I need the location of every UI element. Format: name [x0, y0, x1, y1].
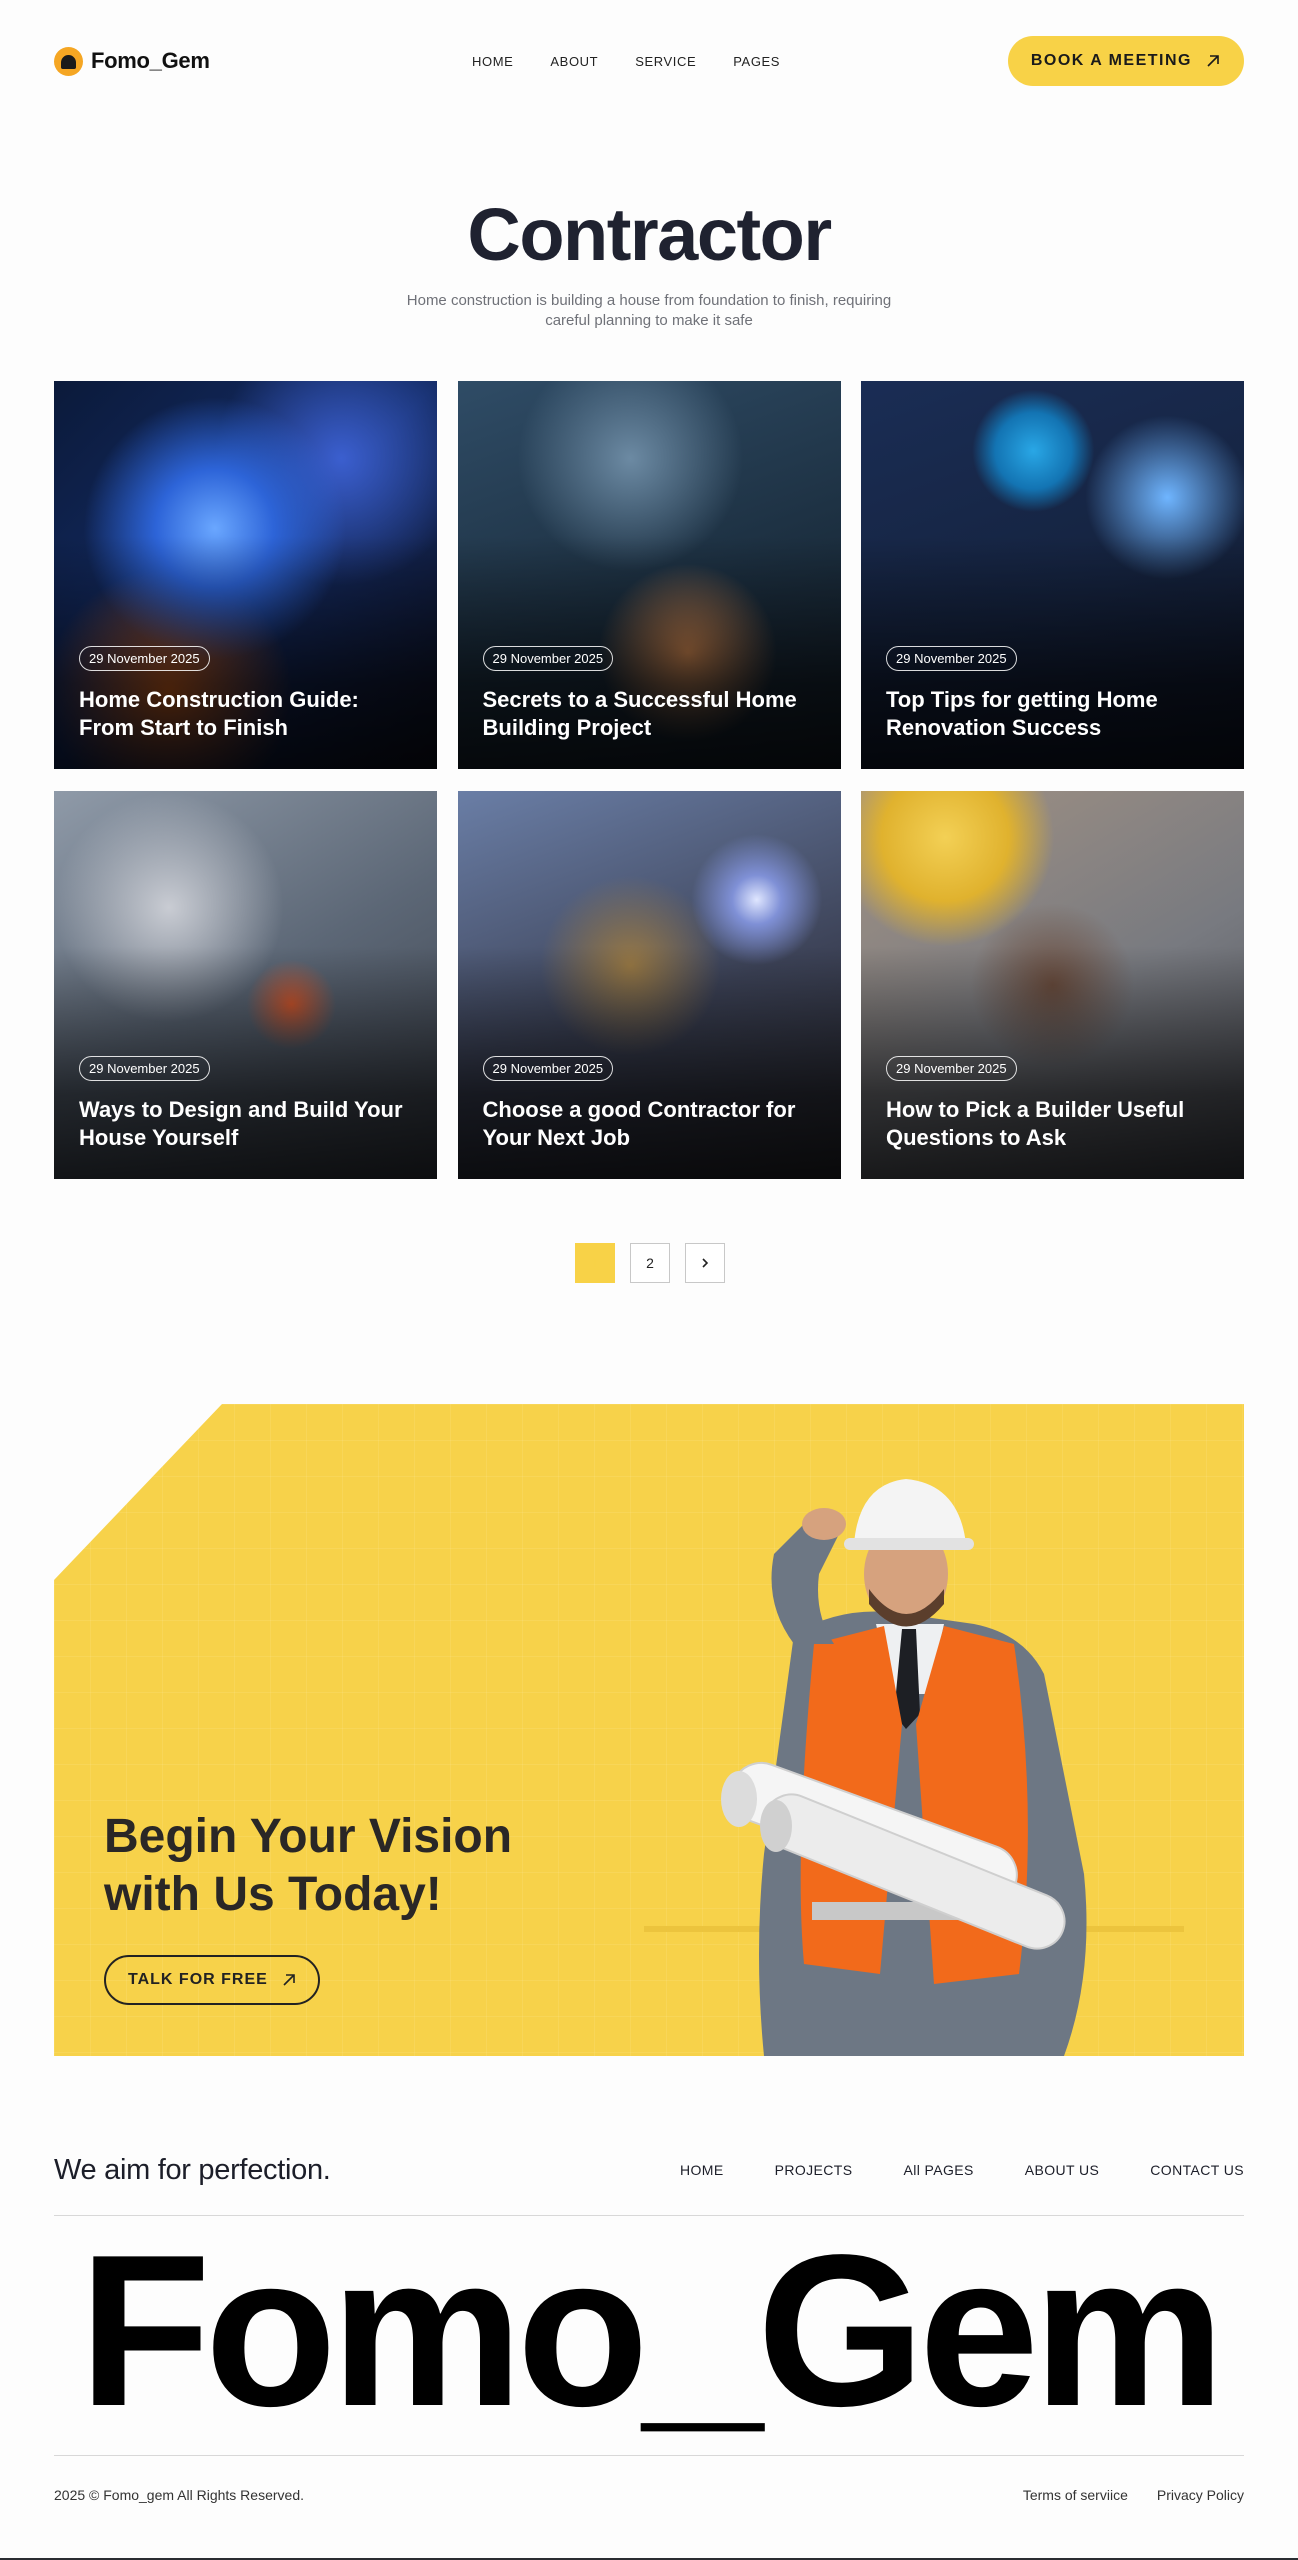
blog-post-grid: 29 November 2025 Home Construction Guide… — [54, 381, 1244, 1179]
site-header: Fomo_Gem HOME ABOUT SERVICE PAGES BOOK A… — [54, 36, 1244, 86]
cta-title: Begin Your Vision with Us Today! — [104, 1810, 513, 1921]
terms-link[interactable]: Terms of serviice — [1023, 2487, 1128, 2503]
cta-banner: Begin Your Vision with Us Today! TALK FO… — [54, 1404, 1244, 2056]
post-card[interactable]: 29 November 2025 Top Tips for getting Ho… — [861, 381, 1244, 769]
footer-nav-projects[interactable]: PROJECTS — [775, 2162, 853, 2178]
footer-nav-contact-us[interactable]: CONTACT US — [1150, 2162, 1244, 2178]
post-title[interactable]: Ways to Design and Build Your House Your… — [79, 1096, 417, 1152]
arrow-up-right-icon — [283, 1974, 295, 1986]
arrow-up-right-icon — [1207, 55, 1219, 67]
page-2-button[interactable]: 2 — [630, 1243, 670, 1283]
footer-slogan: We aim for perfection. — [54, 2153, 331, 2186]
brand-name: Fomo_Gem — [91, 48, 210, 73]
chevron-right-icon — [702, 1258, 709, 1268]
pagination: 1 2 — [575, 1243, 725, 1283]
post-title[interactable]: Secrets to a Successful Home Building Pr… — [483, 686, 821, 742]
post-date-badge: 29 November 2025 — [482, 646, 614, 671]
post-card[interactable]: 29 November 2025 Ways to Design and Buil… — [54, 791, 437, 1179]
post-date-badge: 29 November 2025 — [886, 646, 1017, 671]
footer-brand-wordmark: Fomo_Gem — [78, 2209, 1225, 2451]
footer-nav-all-pages[interactable]: All PAGES — [904, 2162, 974, 2178]
main-nav: HOME ABOUT SERVICE PAGES — [472, 54, 780, 69]
post-date-badge: 29 November 2025 — [482, 1056, 614, 1081]
nav-about[interactable]: ABOUT — [550, 54, 598, 69]
talk-for-free-button[interactable]: TALK FOR FREE — [104, 1955, 320, 2005]
logo-icon — [54, 46, 83, 76]
talk-for-free-label: TALK FOR FREE — [128, 1971, 268, 1988]
post-date-badge: 29 November 2025 — [886, 1056, 1017, 1081]
post-date-badge: 29 November 2025 — [79, 646, 210, 671]
legal-links: Terms of serviice Privacy Policy — [1023, 2487, 1244, 2503]
post-title[interactable]: Choose a good Contractor for Your Next J… — [483, 1096, 821, 1152]
post-date-badge: 29 November 2025 — [79, 1056, 210, 1081]
post-card[interactable]: 29 November 2025 Choose a good Contracto… — [457, 791, 841, 1179]
footer-nav-about-us[interactable]: ABOUT US — [1025, 2162, 1100, 2178]
page-1-button[interactable]: 1 — [575, 1243, 615, 1283]
book-meeting-button[interactable]: BOOK A MEETING — [1007, 36, 1244, 86]
nav-home[interactable]: HOME — [472, 54, 513, 69]
post-card[interactable]: 29 November 2025 Home Construction Guide… — [54, 381, 437, 769]
copyright-text: 2025 © Fomo_gem All Rights Reserved. — [54, 2487, 304, 2503]
book-meeting-label: BOOK A MEETING — [1030, 52, 1192, 69]
footer-divider — [54, 2455, 1244, 2456]
footer-nav: HOME PROJECTS All PAGES ABOUT US CONTACT… — [680, 2162, 1244, 2178]
next-page-button[interactable] — [685, 1243, 725, 1283]
post-card[interactable]: 29 November 2025 How to Pick a Builder U… — [861, 791, 1244, 1179]
post-title[interactable]: Home Construction Guide: From Start to F… — [79, 686, 417, 742]
footer-top: We aim for perfection. HOME PROJECTS All… — [54, 2152, 1244, 2188]
page-title: Contractor — [467, 193, 832, 276]
footer-bottom: 2025 © Fomo_gem All Rights Reserved. Ter… — [54, 2487, 1244, 2503]
post-title[interactable]: Top Tips for getting Home Renovation Suc… — [886, 686, 1224, 742]
post-title[interactable]: How to Pick a Builder Useful Questions t… — [886, 1096, 1224, 1152]
page-subtitle: Home construction is building a house fr… — [406, 292, 892, 329]
nav-service[interactable]: SERVICE — [635, 54, 696, 69]
privacy-link[interactable]: Privacy Policy — [1157, 2487, 1244, 2503]
footer-nav-home[interactable]: HOME — [680, 2162, 724, 2178]
nav-pages[interactable]: PAGES — [733, 54, 780, 69]
post-card[interactable]: 29 November 2025 Secrets to a Successful… — [457, 381, 841, 769]
brand-logo[interactable]: Fomo_Gem — [54, 46, 210, 76]
worker-illustration — [644, 1479, 1184, 2056]
